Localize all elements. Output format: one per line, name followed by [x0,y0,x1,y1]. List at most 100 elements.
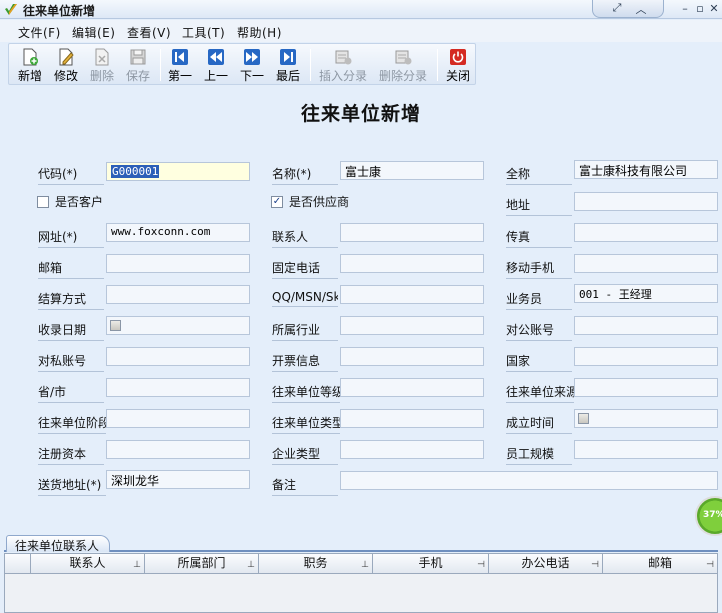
website-label: 网址(*) [38,228,104,248]
phone-input[interactable] [340,254,484,273]
industry-input[interactable] [340,316,484,335]
column-header[interactable]: 联系人 ⊥ [31,554,145,574]
menu-tools[interactable]: 工具(T) [182,24,225,41]
grid-header: 联系人 ⊥ 所属部门 ⊥ 职务 ⊥ 手机 ⊣ 办公电话 ⊣ 邮箱 ⊣ [5,554,717,574]
founded-input[interactable] [574,409,718,428]
save-disk-icon [130,49,146,65]
progress-indicator[interactable]: 37% [695,496,722,536]
settlement-label: 结算方式 [38,290,104,310]
first-record-button[interactable]: 第一 [163,46,197,84]
toolbar: 新增 修改 删除 保存 第一 上一 下一 最后 插入分录 删除分录 关闭 [8,43,476,85]
code-input[interactable]: G000001 [106,162,250,181]
toolbar-separator [160,49,161,81]
contact-label: 联系人 [272,228,338,248]
invoice-input[interactable] [340,347,484,366]
is-supplier-checkbox[interactable]: ✓ [271,196,283,208]
date-picker-icon[interactable] [578,413,589,424]
remark-input[interactable] [340,471,718,490]
province-input[interactable] [106,378,250,397]
app-logo-icon [5,4,17,15]
remark-label: 备注 [272,476,338,496]
row-indicator-header [5,554,31,574]
receipt-date-label: 收录日期 [38,321,104,341]
stage-input[interactable] [106,409,250,428]
stage-label: 往来单位阶段 [38,414,106,434]
enterprise-type-input[interactable] [340,440,484,459]
name-input[interactable]: 富士康 [340,161,484,180]
prev-record-button[interactable]: 上一 [199,46,233,84]
delivery-input[interactable]: 深圳龙华 [106,470,250,489]
new-document-icon [23,48,38,66]
fax-input[interactable] [574,223,718,242]
private-account-input[interactable] [106,347,250,366]
corp-account-input[interactable] [574,316,718,335]
tab-contacts[interactable]: 往来单位联系人 [6,535,110,553]
pin-icon[interactable]: ⊣ [477,556,485,575]
new-button[interactable]: 新增 [13,46,47,84]
country-label: 国家 [506,352,572,372]
private-account-label: 对私账号 [38,352,104,372]
salesman-label: 业务员 [506,290,572,310]
is-customer-checkbox[interactable] [37,196,49,208]
menu-help[interactable]: 帮助(H) [237,24,282,41]
menu-view[interactable]: 查看(V) [127,24,171,41]
save-button[interactable]: 保存 [121,46,155,84]
last-record-button[interactable]: 最后 [271,46,305,84]
chevron-up-icon[interactable]: ︿ [631,1,651,16]
contact-input[interactable] [340,223,484,242]
source-input[interactable] [574,378,718,397]
staff-input[interactable] [574,440,718,459]
delete-entry-button[interactable]: 删除分录 [373,46,433,84]
postcode-input[interactable] [106,254,250,273]
im-label: QQ/MSN/Skype [272,290,338,307]
capital-input[interactable] [106,440,250,459]
minimize-icon[interactable]: – [677,2,693,16]
next-record-button[interactable]: 下一 [235,46,269,84]
invoice-label: 开票信息 [272,352,338,372]
address-input[interactable] [574,192,718,211]
column-header[interactable]: 邮箱 ⊣ [603,554,717,574]
salesman-input[interactable]: 001 - 王经理 [574,284,718,303]
edit-button[interactable]: 修改 [49,46,83,84]
mobile-input[interactable] [574,254,718,273]
level-label: 往来单位等级 [272,383,340,403]
type-input[interactable] [340,409,484,428]
type-label: 往来单位类型 [272,414,340,434]
contacts-grid: 联系人 ⊥ 所属部门 ⊥ 职务 ⊥ 手机 ⊣ 办公电话 ⊣ 邮箱 ⊣ [4,553,718,613]
country-input[interactable] [574,347,718,366]
receipt-date-input[interactable] [106,316,250,335]
pin-icon[interactable]: ⊥ [133,556,141,575]
close-window-icon[interactable]: ✕ [706,2,722,16]
progress-value: 37% [703,510,722,520]
column-header[interactable]: 所属部门 ⊥ [145,554,259,574]
source-label: 往来单位来源 [506,383,574,403]
delete-button[interactable]: 删除 [85,46,119,84]
settlement-input[interactable] [106,285,250,304]
pin-icon[interactable]: ⊣ [591,556,599,575]
is-customer-label: 是否客户 [55,195,104,209]
edit-document-icon [59,48,74,66]
pin-icon[interactable]: ⊥ [361,556,369,575]
phone-label: 固定电话 [272,259,338,279]
level-input[interactable] [340,378,484,397]
power-icon [450,49,466,65]
date-picker-icon[interactable] [110,320,121,331]
im-input[interactable] [340,285,484,304]
insert-entry-button[interactable]: 插入分录 [313,46,373,84]
is-supplier-label: 是否供应商 [289,195,350,209]
fullname-input[interactable]: 富士康科技有限公司 [574,160,718,179]
menu-edit[interactable]: 编辑(E) [72,24,115,41]
last-arrow-icon [280,49,296,65]
pin-icon[interactable]: ⊥ [247,556,255,575]
window-mode-tabs: ⤢ ︿ [592,0,664,18]
column-header[interactable]: 办公电话 ⊣ [489,554,603,574]
column-header[interactable]: 手机 ⊣ [373,554,489,574]
fullscreen-icon[interactable]: ⤢ [607,1,627,16]
industry-label: 所属行业 [272,321,338,341]
menu-file[interactable]: 文件(F) [18,24,61,41]
founded-label: 成立时间 [506,414,572,434]
website-input[interactable]: www.foxconn.com [106,223,250,242]
pin-icon[interactable]: ⊣ [706,556,714,575]
column-header[interactable]: 职务 ⊥ [259,554,373,574]
close-button[interactable]: 关闭 [441,46,475,84]
